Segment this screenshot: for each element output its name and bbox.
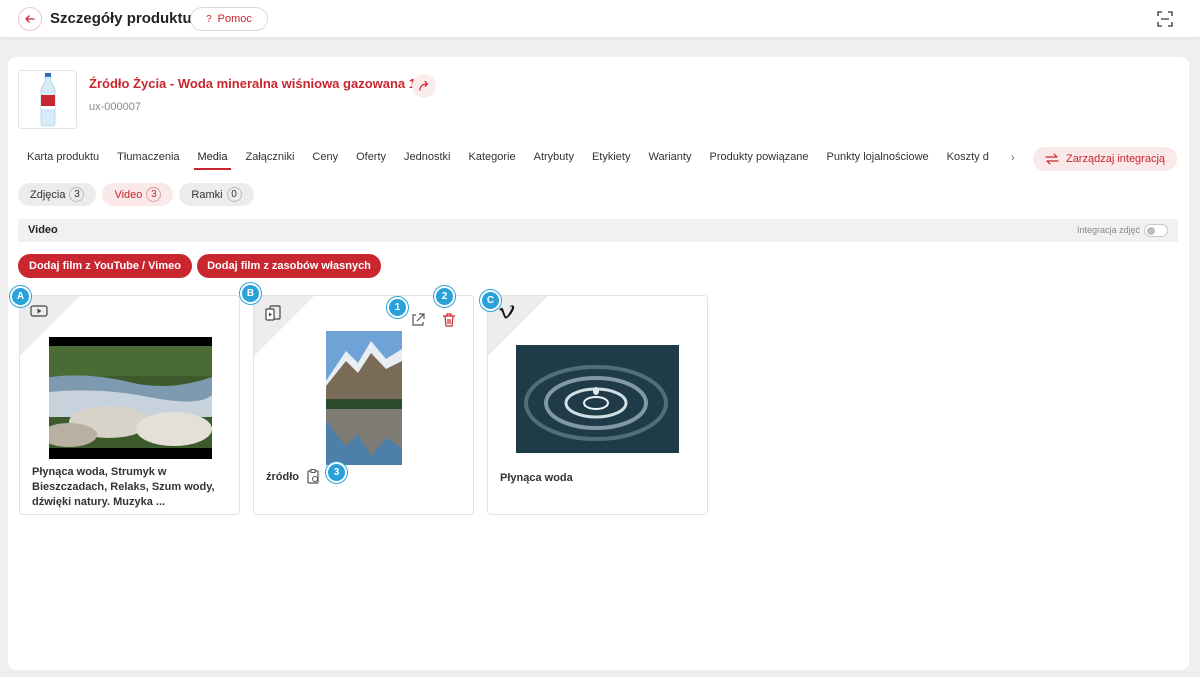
- toggle-knob: [1147, 227, 1155, 235]
- tab-zalaczniki[interactable]: Załączniki: [236, 147, 303, 170]
- tab-media[interactable]: Media: [189, 147, 237, 170]
- media-type-chips: Zdjęcia 3 Video 3 Ramki 0: [18, 183, 254, 206]
- chip-count: 3: [146, 187, 162, 202]
- chip-label: Video: [114, 188, 143, 201]
- video-thumbnail-water-drop: [516, 345, 679, 453]
- vimeo-icon: [499, 305, 515, 319]
- integration-toggle-label: Integracja zdjęć: [1076, 225, 1140, 235]
- video-card-youtube[interactable]: Płynąca woda, Strumyk w Bieszczadach, Re…: [19, 295, 240, 515]
- copy-clipboard-icon[interactable]: [305, 468, 321, 484]
- water-bottle-image: [40, 72, 55, 126]
- file-video-icon: [265, 305, 281, 321]
- tab-koszty[interactable]: Koszty d: [938, 147, 998, 170]
- video-title: Płynąca woda: [500, 472, 573, 484]
- product-thumbnail: [18, 70, 77, 129]
- tabs-scroll-right-icon[interactable]: ›: [1011, 152, 1015, 164]
- help-icon: ?: [206, 13, 212, 25]
- marker-c: C: [480, 290, 501, 311]
- external-link-icon[interactable]: [410, 312, 426, 328]
- product-name[interactable]: Źródło Życia - Woda mineralna wiśniowa g…: [89, 76, 430, 91]
- tab-atrybuty[interactable]: Atrybuty: [525, 147, 583, 170]
- marker-b: B: [240, 283, 261, 304]
- trash-icon[interactable]: [441, 312, 457, 328]
- integration-toggle[interactable]: [1144, 224, 1168, 237]
- marker-2: 2: [434, 286, 455, 307]
- marker-a: A: [10, 286, 31, 307]
- youtube-icon: [30, 305, 48, 317]
- video-thumbnail-mountain: [326, 331, 402, 465]
- top-bar: Szczegóły produktu ? Pomoc: [0, 0, 1200, 38]
- help-button[interactable]: ? Pomoc: [190, 7, 268, 31]
- help-label: Pomoc: [217, 13, 252, 25]
- tab-ceny[interactable]: Ceny: [303, 147, 347, 170]
- marker-3: 3: [326, 462, 347, 483]
- add-youtube-video-button[interactable]: Dodaj film z YouTube / Vimeo: [18, 254, 192, 278]
- tab-punkty-lojalnosciowe[interactable]: Punkty lojalnościowe: [818, 147, 938, 170]
- chip-label: Ramki: [191, 188, 223, 201]
- video-title: Płynąca woda, Strumyk w Bieszczadach, Re…: [32, 466, 215, 508]
- card-corner: [254, 296, 314, 356]
- tab-tlumaczenia[interactable]: Tłumaczenia: [108, 147, 188, 170]
- video-thumbnail-stream: [49, 337, 212, 459]
- chip-ramki[interactable]: Ramki 0: [179, 183, 254, 206]
- product-id: ux-000007: [89, 101, 141, 113]
- chip-label: Zdjęcia: [30, 188, 66, 201]
- video-card-own[interactable]: źródło: [253, 295, 474, 515]
- chip-count: 3: [69, 187, 85, 202]
- tab-oferty[interactable]: Oferty: [347, 147, 395, 170]
- video-title: źródło: [266, 471, 299, 483]
- chip-zdjecia[interactable]: Zdjęcia 3: [18, 183, 97, 206]
- swap-arrows-icon: [1045, 153, 1059, 165]
- page-title: Szczegóły produktu: [50, 10, 192, 27]
- section-title: Video: [28, 224, 58, 236]
- arrow-left-icon: [25, 15, 35, 23]
- video-card-vimeo[interactable]: Płynąca woda: [487, 295, 708, 515]
- manage-integration-button[interactable]: Zarządzaj integracją: [1033, 147, 1177, 171]
- tab-jednostki[interactable]: Jednostki: [395, 147, 459, 170]
- back-button[interactable]: [18, 7, 42, 31]
- tab-warianty[interactable]: Warianty: [639, 147, 700, 170]
- video-section-header: Video Integracja zdjęć: [18, 219, 1178, 242]
- tab-karta-produktu[interactable]: Karta produktu: [18, 147, 108, 170]
- share-arrow-icon: [419, 80, 429, 91]
- product-card: Źródło Życia - Woda mineralna wiśniowa g…: [8, 57, 1189, 670]
- chip-count: 0: [226, 187, 242, 202]
- tab-produkty-powiazane[interactable]: Produkty powiązane: [700, 147, 817, 170]
- add-own-video-button[interactable]: Dodaj film z zasobów własnych: [197, 254, 381, 278]
- tab-kategorie[interactable]: Kategorie: [460, 147, 525, 170]
- manage-integration-label: Zarządzaj integracją: [1065, 153, 1166, 165]
- fullscreen-icon[interactable]: [1157, 11, 1173, 27]
- share-button[interactable]: [412, 74, 436, 98]
- tab-etykiety[interactable]: Etykiety: [583, 147, 640, 170]
- marker-1: 1: [387, 297, 408, 318]
- tab-bar: Karta produktu Tłumaczenia Media Załączniki…: [18, 147, 1020, 173]
- chip-video[interactable]: Video 3: [102, 183, 174, 206]
